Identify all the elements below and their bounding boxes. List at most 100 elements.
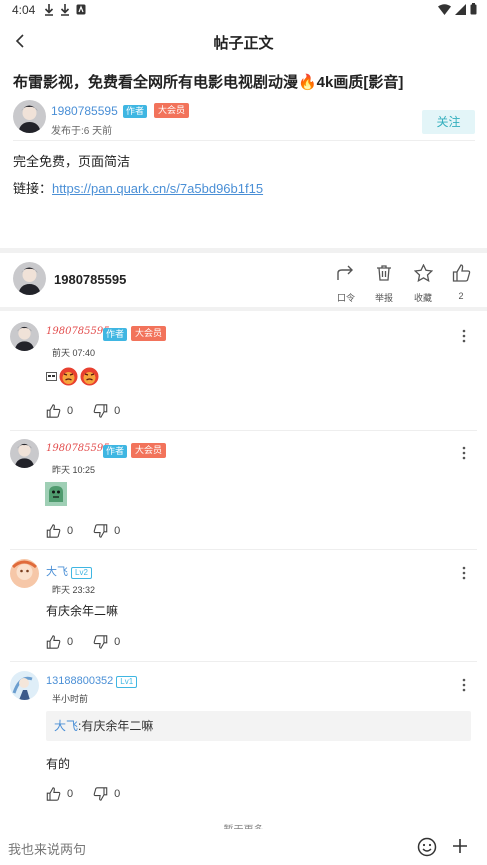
post-link[interactable]: https://pan.quark.cn/s/7a5bd96b1f15	[52, 181, 263, 196]
thumbs-up-icon	[46, 635, 61, 649]
comment-time: 前天 07:40	[52, 348, 96, 358]
cool-emoji-icon	[46, 372, 57, 381]
comment-time: 昨天 23:32	[52, 585, 96, 595]
thumbs-down-icon	[93, 524, 108, 538]
comment-input-bar: 我也来说两句	[0, 831, 487, 865]
wifi-icon	[438, 3, 451, 15]
trash-icon	[377, 265, 391, 281]
upvote-button[interactable]: 0	[46, 635, 73, 649]
commenter-avatar[interactable]	[10, 439, 39, 468]
sticker-image	[45, 482, 67, 511]
quoted-user: 大飞	[54, 719, 79, 733]
commenter-name[interactable]: 大飞 Lv2	[46, 563, 92, 579]
report-label: 举报	[374, 293, 393, 303]
no-more-text: 暂无更多	[0, 821, 487, 829]
author-name[interactable]: 1980785595	[51, 104, 118, 118]
link-prefix: 链接：	[13, 181, 53, 196]
post-title: 布雷影视，免费看全网所有电影电视剧动漫🔥4k画质[影音]	[13, 74, 404, 91]
downvote-count: 0	[114, 525, 121, 537]
download-icon	[60, 4, 70, 16]
vip-badge: 大会员	[131, 443, 167, 458]
page-title: 帖子正文	[213, 35, 274, 52]
author-badge: 作者	[103, 445, 128, 458]
plus-icon[interactable]	[452, 838, 468, 854]
like-count: 2	[458, 291, 464, 301]
quoted-reply[interactable]: 大飞:有庆余年二嘛	[46, 711, 471, 741]
comment-input[interactable]: 我也来说两句	[8, 839, 86, 858]
share-icon	[337, 265, 353, 280]
upvote-button[interactable]: 0	[46, 404, 73, 418]
post-action-bar: 1980785595 口令 举报 收藏 2	[0, 256, 487, 304]
author-badge: 作者	[123, 105, 148, 118]
vip-badge: 大会员	[154, 103, 190, 118]
comment-item: 13188800352 Lv1 半小时前 大飞:有庆余年二嘛 有的 0 0	[0, 671, 487, 811]
report-button[interactable]: 举报	[370, 264, 398, 304]
commenter-name[interactable]: 1980785595	[46, 443, 110, 454]
commenter-name[interactable]: 13188800352 Lv1	[46, 675, 138, 688]
commenter-avatar[interactable]	[10, 671, 39, 700]
author-avatar[interactable]	[13, 262, 46, 295]
level-badge: Lv1	[116, 676, 138, 688]
more-options-icon[interactable]	[461, 445, 467, 461]
follow-button[interactable]: 关注	[422, 110, 475, 134]
share-label: 口令	[336, 293, 355, 303]
vote-row: 0 0	[46, 787, 134, 801]
downvote-button[interactable]: 0	[93, 404, 120, 418]
status-time: 4:04	[12, 3, 36, 17]
upvote-count: 0	[67, 405, 74, 417]
author-badge: 作者	[103, 328, 128, 341]
comment-time: 半小时前	[52, 694, 89, 704]
post-author-row: 1980785595 作者 大会员 发布于:6 天前 关注	[13, 100, 475, 137]
emoji-icon[interactable]	[417, 837, 437, 857]
commenter-avatar[interactable]	[10, 559, 39, 588]
status-bar: 4:04	[0, 0, 487, 22]
app-bar: 帖子正文	[0, 22, 487, 60]
downvote-count: 0	[114, 636, 121, 648]
upvote-button[interactable]: 0	[46, 524, 73, 538]
upvote-count: 0	[67, 636, 74, 648]
thumbs-up-icon	[452, 264, 470, 282]
action-bar-author-name: 1980785595	[54, 272, 127, 287]
commenter-avatar[interactable]	[10, 322, 39, 351]
download-icon	[44, 4, 54, 16]
commenter-name-text: 大飞	[46, 566, 68, 578]
more-options-icon[interactable]	[461, 677, 467, 693]
favorite-button[interactable]: 收藏	[409, 263, 437, 304]
downvote-button[interactable]: 0	[93, 635, 120, 649]
vote-row: 0 0	[46, 635, 134, 649]
author-avatar[interactable]	[13, 100, 46, 133]
divider	[10, 430, 477, 431]
vip-badge: 大会员	[131, 326, 167, 341]
dinosaur-sticker-icon	[45, 482, 67, 506]
vote-row: 0 0	[46, 524, 134, 538]
angry-emoji-icon	[59, 367, 78, 386]
commenter-name[interactable]: 1980785595	[46, 326, 110, 337]
more-options-icon[interactable]	[461, 565, 467, 581]
downvote-button[interactable]: 0	[93, 787, 120, 801]
upvote-count: 0	[67, 525, 74, 537]
post-body-line: 完全免费，页面简洁	[13, 154, 131, 169]
divider	[13, 140, 475, 141]
thumbs-down-icon	[93, 404, 108, 418]
comment-item: 大飞 Lv2 昨天 23:32 有庆余年二嘛 0 0	[0, 559, 487, 659]
comment-item: 1980785595 作者 大会员 前天 07:40 0 0	[0, 322, 487, 430]
thumbs-down-icon	[93, 635, 108, 649]
downvote-count: 0	[114, 405, 121, 417]
app-notification-icon	[76, 4, 86, 15]
comment-text: 有庆余年二嘛	[46, 604, 119, 618]
more-options-icon[interactable]	[461, 328, 467, 344]
thumbs-up-icon	[46, 524, 61, 538]
level-badge: Lv2	[71, 567, 92, 579]
like-button[interactable]: 2	[447, 264, 475, 301]
share-button[interactable]: 口令	[332, 264, 360, 304]
comment-time: 昨天 10:25	[52, 465, 96, 475]
thumbs-down-icon	[93, 787, 108, 801]
system-icons	[438, 3, 477, 15]
angry-emoji-icon	[80, 367, 99, 386]
comment-text: 有的	[46, 757, 71, 771]
favorite-label: 收藏	[413, 293, 432, 303]
notification-icons	[44, 4, 86, 16]
upvote-button[interactable]: 0	[46, 787, 73, 801]
downvote-button[interactable]: 0	[93, 524, 120, 538]
quoted-text: :有庆余年二嘛	[78, 719, 154, 733]
